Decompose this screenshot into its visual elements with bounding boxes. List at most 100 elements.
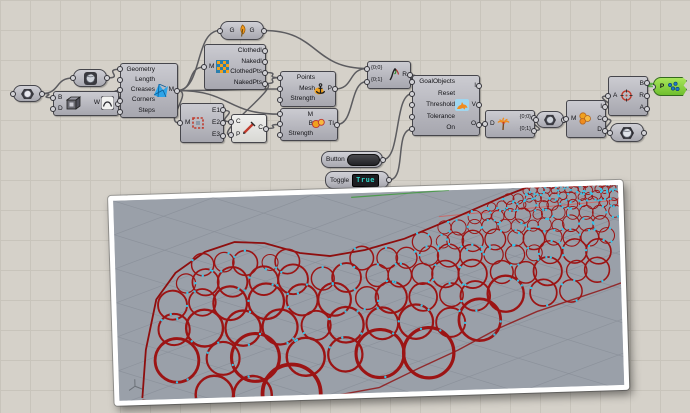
palm-explosion-icon xyxy=(497,117,510,131)
input-nub[interactable] xyxy=(409,90,415,97)
output-nub[interactable] xyxy=(174,87,180,94)
port-label: On xyxy=(446,124,455,131)
output-nub[interactable] xyxy=(262,80,268,87)
input-nub[interactable] xyxy=(607,129,613,136)
on-mesh-goal-component[interactable]: Points Mesh Strength P xyxy=(277,71,338,107)
output-nub[interactable] xyxy=(476,102,482,109)
input-nub[interactable] xyxy=(177,120,183,126)
entwine-component[interactable]: {0;0} {0;1} R xyxy=(364,61,413,89)
tangent-incircles-component[interactable]: M B Strength TI xyxy=(277,108,340,141)
grasshopper-canvas[interactable]: B D W Geometry Length Creases Corners St… xyxy=(0,0,690,413)
input-nub[interactable] xyxy=(277,111,283,118)
output-label: E1 xyxy=(212,106,220,114)
input-nub[interactable] xyxy=(228,118,234,125)
naked-vertices-component[interactable]: M ClothedI NakedI ClothedPts NakedPts xyxy=(201,44,268,90)
anchor-icon xyxy=(314,83,326,95)
output-nub[interactable] xyxy=(262,69,268,76)
input-nub[interactable] xyxy=(364,65,370,72)
input-nub[interactable] xyxy=(533,116,539,123)
output-nub[interactable] xyxy=(334,121,340,128)
toggle-value-box[interactable]: True xyxy=(352,173,380,187)
box-component[interactable]: B D W xyxy=(50,91,121,116)
button-label: Button xyxy=(326,156,345,163)
input-nub[interactable] xyxy=(563,116,569,122)
triremesh-component[interactable]: Geometry Length Creases Corners Steps M xyxy=(117,63,180,118)
input-nub[interactable] xyxy=(482,121,488,127)
output-nub[interactable] xyxy=(476,82,482,89)
input-nub[interactable] xyxy=(277,121,283,128)
output-nub[interactable] xyxy=(332,86,338,92)
geometry-param-pill-2[interactable] xyxy=(607,123,647,142)
output-nub[interactable] xyxy=(641,129,647,136)
input-nub[interactable] xyxy=(409,78,415,85)
input-nub[interactable] xyxy=(117,76,123,83)
rhino-viewport-inset xyxy=(108,179,630,406)
input-nub[interactable] xyxy=(605,93,611,99)
output-nub[interactable] xyxy=(263,125,269,132)
deconstruct-arc-component[interactable]: A B R A xyxy=(605,76,650,116)
input-nub[interactable] xyxy=(10,90,16,97)
input-nub[interactable] xyxy=(117,108,123,115)
button-component[interactable]: Button xyxy=(321,151,386,168)
toggle-component[interactable]: Toggle True xyxy=(325,171,392,189)
input-nub[interactable] xyxy=(409,102,415,109)
input-nub[interactable] xyxy=(277,97,283,104)
output-label: E3 xyxy=(212,130,220,138)
output-label: ClothedI xyxy=(237,47,262,54)
port-label: {0;0} xyxy=(371,65,383,72)
port-label: D xyxy=(58,104,63,112)
input-nub[interactable] xyxy=(50,94,56,101)
input-nub[interactable] xyxy=(228,132,234,139)
output-nub[interactable] xyxy=(261,27,267,34)
output-nub[interactable] xyxy=(262,58,268,65)
graph-arc-icon xyxy=(101,96,114,110)
output-nub[interactable] xyxy=(220,119,226,126)
port-label: GoalObjects xyxy=(419,78,455,86)
input-nub[interactable] xyxy=(409,114,415,121)
input-nub[interactable] xyxy=(50,106,56,113)
port-label: Length xyxy=(135,76,155,84)
point-param-pill-selected[interactable]: P xyxy=(653,77,687,96)
input-nub[interactable] xyxy=(364,78,370,85)
output-nub[interactable] xyxy=(386,177,392,183)
input-nub[interactable] xyxy=(277,74,283,81)
output-nub[interactable] xyxy=(220,132,226,139)
output-nub[interactable] xyxy=(644,105,650,112)
output-nub[interactable] xyxy=(531,127,537,134)
mesh-edges-component[interactable]: M E1 E2 E3 xyxy=(177,103,226,143)
input-nub[interactable] xyxy=(277,131,283,138)
param-label: P xyxy=(659,83,665,90)
mesh-param-pill[interactable] xyxy=(70,69,110,87)
explode-tree-component[interactable]: D {0;0} {0;1} xyxy=(482,110,537,138)
orange-circles-icon xyxy=(579,112,591,125)
input-nub[interactable] xyxy=(409,126,415,133)
input-nub[interactable] xyxy=(217,27,223,34)
geometry-param-pill[interactable] xyxy=(10,85,45,102)
input-nub[interactable] xyxy=(277,85,283,92)
output-nub[interactable] xyxy=(262,47,268,54)
input-nub[interactable] xyxy=(201,64,207,70)
incircles-component[interactable]: M I C D xyxy=(563,100,608,138)
output-label: {0;0} xyxy=(519,114,531,121)
port-label: Points xyxy=(296,74,315,82)
output-nub[interactable] xyxy=(220,107,226,114)
output-nub[interactable] xyxy=(104,75,110,81)
input-nub[interactable] xyxy=(117,87,123,94)
output-nub[interactable] xyxy=(380,156,386,163)
input-nub[interactable] xyxy=(117,66,123,73)
port-label: Geometry xyxy=(126,65,155,73)
dashed-square-icon xyxy=(192,117,204,129)
mesh-param-pill-2[interactable] xyxy=(533,111,567,128)
output-nub[interactable] xyxy=(644,80,650,87)
port-label: Mesh xyxy=(299,84,315,92)
output-nub[interactable] xyxy=(39,90,45,97)
button-press-area[interactable] xyxy=(346,153,380,166)
kangaroo-solver-component[interactable]: GoalObjects Reset Threshold Tolerance On… xyxy=(409,75,482,136)
curve-component[interactable]: C P C xyxy=(228,114,269,143)
show-goal-pill[interactable]: G G xyxy=(217,21,267,40)
input-nub[interactable] xyxy=(117,98,123,105)
output-nub[interactable] xyxy=(602,116,608,122)
input-nub[interactable] xyxy=(70,75,76,81)
geometry-sphere-icon xyxy=(620,126,634,139)
output-nub[interactable] xyxy=(644,92,650,99)
